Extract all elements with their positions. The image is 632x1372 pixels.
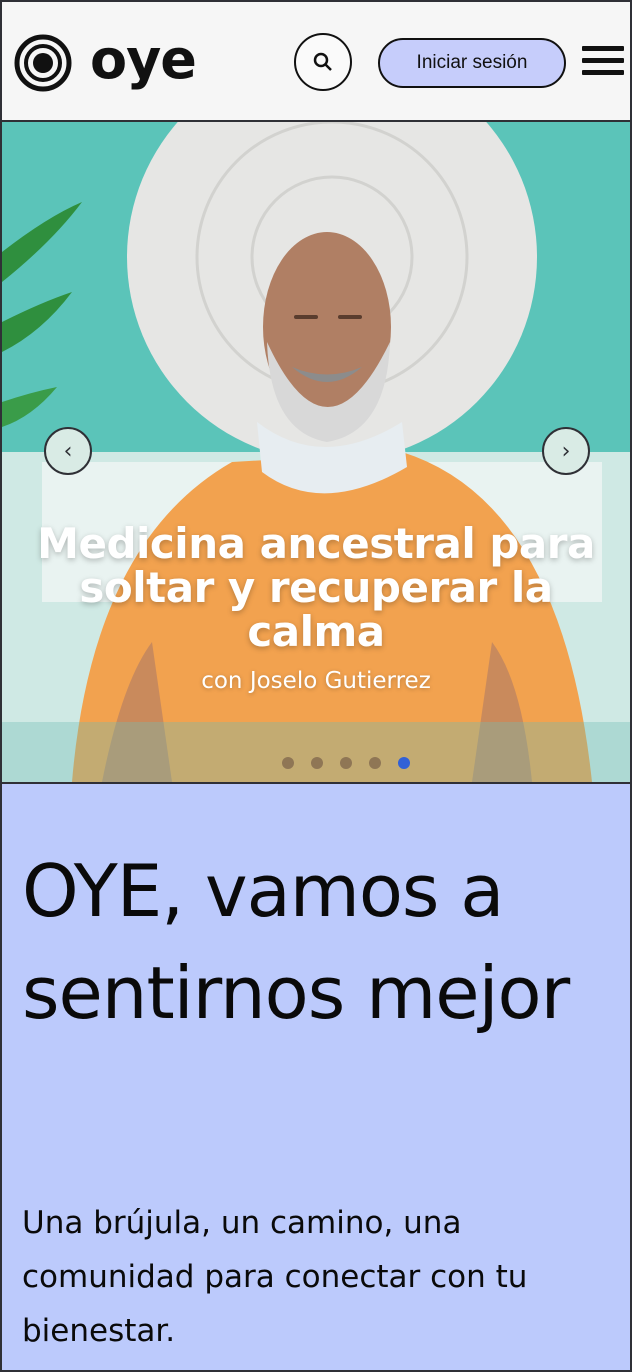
login-button[interactable]: Iniciar sesión — [378, 38, 566, 88]
carousel-dot-4[interactable] — [369, 757, 381, 769]
oye-logo-icon[interactable] — [14, 34, 72, 92]
carousel-next-button[interactable]: › — [542, 427, 590, 475]
logo-wordmark[interactable]: oye — [90, 28, 197, 91]
carousel-dot-1[interactable] — [282, 757, 294, 769]
slide-subtitle: con Joselo Gutierrez — [201, 668, 431, 694]
carousel-pagination — [2, 757, 630, 771]
chevron-left-icon: ‹ — [63, 438, 73, 464]
carousel-prev-button[interactable]: ‹ — [44, 427, 92, 475]
search-icon — [313, 52, 332, 71]
carousel-dot-3[interactable] — [340, 757, 352, 769]
search-button[interactable] — [294, 33, 352, 91]
hero-carousel[interactable]: ‹ › Medicina ancestral para soltar y rec… — [2, 122, 630, 782]
carousel-dot-2[interactable] — [311, 757, 323, 769]
page-frame: oye Iniciar sesión ‹ › Medicina ancestra… — [0, 0, 632, 1372]
intro-section: OYE, vamos a sentirnos mejor Una brújula… — [2, 782, 630, 1370]
intro-headline: OYE, vamos a sentirnos mejor — [22, 849, 570, 1035]
site-header: oye Iniciar sesión — [2, 2, 630, 122]
intro-tagline: Una brújula, un camino, una comunidad pa… — [22, 1205, 528, 1349]
hamburger-menu-icon[interactable] — [582, 46, 624, 78]
carousel-dot-5[interactable] — [398, 757, 410, 769]
chevron-right-icon: › — [561, 438, 571, 464]
slide-title[interactable]: Medicina ancestral para soltar y recuper… — [22, 522, 610, 654]
